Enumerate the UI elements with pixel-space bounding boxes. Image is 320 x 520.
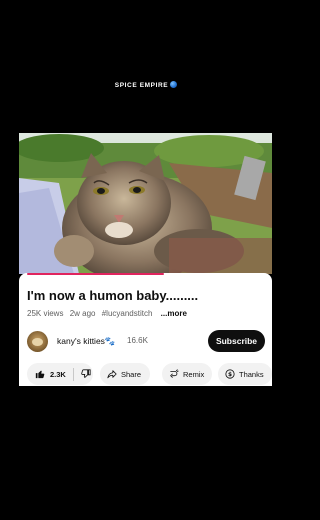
thumbs-down-icon bbox=[81, 369, 91, 378]
hashtag-link[interactable]: #lucyandstitch bbox=[102, 309, 153, 318]
video-title[interactable]: I'm now a humon baby......... bbox=[27, 288, 198, 303]
remix-button[interactable]: Remix bbox=[162, 363, 212, 385]
watermark: SPICE EMPIRE bbox=[0, 81, 292, 89]
video-player[interactable] bbox=[19, 133, 272, 274]
like-button[interactable]: 2.3K bbox=[35, 369, 66, 379]
avatar[interactable] bbox=[27, 331, 48, 352]
view-count: 25K views bbox=[27, 309, 64, 318]
channel-row: kany's kitties🐾 16.6K Subscribe bbox=[27, 329, 265, 353]
like-count: 2.3K bbox=[50, 369, 66, 379]
subscriber-count: 16.6K bbox=[127, 336, 148, 345]
more-link[interactable]: ...more bbox=[161, 309, 187, 318]
video-frame bbox=[19, 133, 272, 274]
svg-text:$: $ bbox=[228, 372, 232, 378]
share-icon bbox=[107, 370, 117, 379]
share-button[interactable]: Share bbox=[100, 363, 150, 385]
thumbs-up-icon bbox=[35, 370, 45, 379]
share-label: Share bbox=[121, 369, 142, 379]
subscribe-button[interactable]: Subscribe bbox=[208, 330, 265, 352]
divider bbox=[72, 367, 74, 381]
video-meta[interactable]: 25K views 2w ago #lucyandstitch ...more bbox=[27, 309, 191, 318]
dislike-button[interactable] bbox=[81, 369, 91, 379]
remix-icon bbox=[170, 369, 179, 378]
like-dislike-pill: 2.3K bbox=[27, 363, 93, 385]
remix-label: Remix bbox=[183, 369, 205, 379]
video-info-card: I'm now a humon baby......... 25K views … bbox=[19, 273, 272, 386]
thanks-icon: $ bbox=[225, 369, 235, 379]
thanks-button[interactable]: $ Thanks bbox=[218, 363, 272, 385]
globe-icon bbox=[170, 81, 178, 88]
progress-bar[interactable] bbox=[27, 273, 164, 275]
upload-age: 2w ago bbox=[69, 309, 96, 318]
channel-name[interactable]: kany's kitties🐾 bbox=[57, 336, 116, 347]
watermark-text: SPICE EMPIRE bbox=[114, 82, 169, 89]
action-bar: 2.3K Share Remix $ Thanks bbox=[27, 363, 272, 385]
thanks-label: Thanks bbox=[239, 369, 264, 379]
